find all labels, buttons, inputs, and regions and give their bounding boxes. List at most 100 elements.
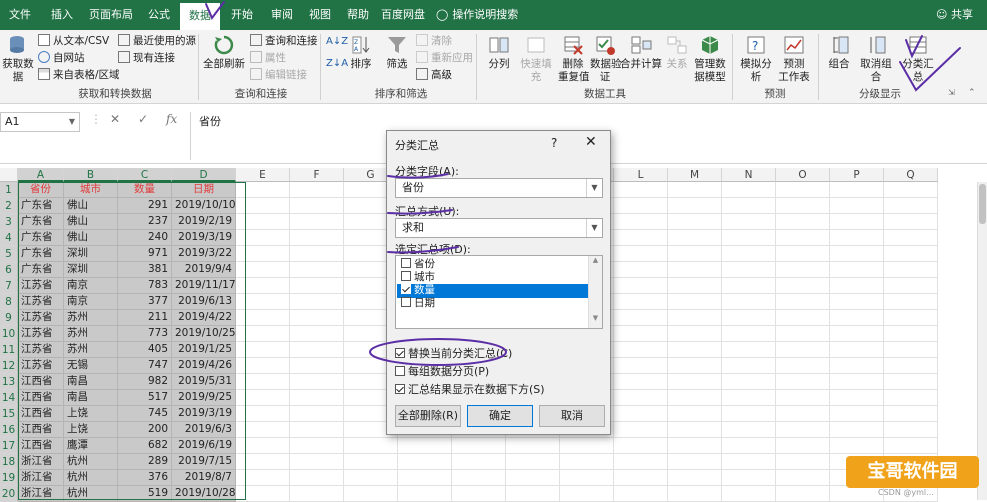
table-cell[interactable] [776,310,830,326]
table-cell[interactable] [668,422,722,438]
close-icon[interactable]: ✕ [585,134,597,150]
table-cell[interactable]: 2019/6/13 [172,294,236,310]
table-cell[interactable] [776,214,830,230]
manage-data-model-button[interactable]: 管理数 据模型 [692,34,728,84]
table-cell[interactable] [884,406,938,422]
table-cell[interactable] [722,470,776,486]
table-cell[interactable] [830,326,884,342]
table-cell[interactable]: 2019/6/3 [172,422,236,438]
tab-insert[interactable]: 插入 [44,0,80,30]
table-cell[interactable] [290,470,344,486]
table-cell[interactable]: 377 [118,294,172,310]
tab-view[interactable]: 视图 [302,0,338,30]
table-cell[interactable] [722,438,776,454]
table-cell[interactable] [290,374,344,390]
table-cell[interactable]: 381 [118,262,172,278]
table-cell[interactable] [290,422,344,438]
checkbox[interactable] [401,297,411,307]
table-cell[interactable] [722,246,776,262]
table-cell[interactable]: 苏州 [64,326,118,342]
row-header[interactable]: 15 [0,406,18,422]
table-cell[interactable] [722,358,776,374]
table-cell[interactable] [884,198,938,214]
table-cell[interactable] [668,214,722,230]
table-cell[interactable] [830,214,884,230]
table-cell[interactable] [614,310,668,326]
remove-all-button[interactable]: 全部删除(R) [395,405,461,427]
from-table-button[interactable]: 来自表格/区域 [38,67,120,82]
table-cell[interactable] [668,438,722,454]
table-cell[interactable] [884,262,938,278]
table-cell[interactable]: 517 [118,390,172,406]
table-cell[interactable] [236,310,290,326]
chevron-down-icon[interactable]: ▼ [586,219,602,237]
table-cell[interactable] [668,278,722,294]
table-cell[interactable] [236,278,290,294]
table-cell[interactable]: 2019/4/26 [172,358,236,374]
table-cell[interactable] [722,374,776,390]
table-cell[interactable] [722,326,776,342]
list-item[interactable]: 省份 [397,258,589,272]
table-cell[interactable]: 2019/6/19 [172,438,236,454]
table-cell[interactable] [236,470,290,486]
replace-current-option[interactable]: 替换当前分类汇总(C) [395,345,512,361]
reapply-button[interactable]: 重新应用 [416,50,473,65]
table-cell[interactable]: 杭州 [64,454,118,470]
table-cell[interactable] [614,422,668,438]
row-header[interactable]: 14 [0,390,18,406]
tab-home[interactable]: 开始 [224,0,260,30]
table-cell[interactable] [452,454,506,470]
table-cell[interactable] [668,294,722,310]
table-cell[interactable] [290,406,344,422]
table-cell[interactable] [506,454,560,470]
table-cell[interactable]: 2019/11/17 [172,278,236,294]
tab-file[interactable]: 文件 [2,0,38,30]
table-cell[interactable] [614,262,668,278]
recent-sources-button[interactable]: 最近使用的源 [118,33,196,48]
table-cell[interactable] [290,342,344,358]
row-header[interactable]: 10 [0,326,18,342]
table-cell[interactable]: 佛山 [64,230,118,246]
table-cell[interactable] [398,454,452,470]
text-to-columns-button[interactable]: 分列 [484,34,514,71]
table-cell[interactable] [884,294,938,310]
table-cell[interactable]: 2019/3/22 [172,246,236,262]
column-header-l[interactable]: L [614,168,668,182]
table-cell[interactable]: 省份 [18,182,64,198]
row-header[interactable]: 18 [0,454,18,470]
table-cell[interactable] [722,342,776,358]
list-scrollbar[interactable]: ▲ ▼ [588,256,602,328]
column-header-f[interactable]: F [290,168,344,182]
table-cell[interactable]: 无锡 [64,358,118,374]
table-cell[interactable]: 682 [118,438,172,454]
table-cell[interactable] [884,310,938,326]
table-cell[interactable]: 佛山 [64,198,118,214]
edit-links-button[interactable]: 编辑链接 [250,67,307,82]
table-cell[interactable] [776,294,830,310]
checkbox[interactable] [401,258,411,268]
summary-below-option[interactable]: 汇总结果显示在数据下方(S) [395,381,545,397]
table-cell[interactable] [722,294,776,310]
tab-data[interactable]: 数据 [180,3,220,30]
column-header-n[interactable]: N [722,168,776,182]
row-header[interactable]: 11 [0,342,18,358]
table-cell[interactable]: 南昌 [64,390,118,406]
table-cell[interactable]: 数量 [118,182,172,198]
field-select[interactable]: 省份 ▼ [395,178,603,198]
share-button[interactable]: ☺ 共享 [936,0,973,30]
row-header[interactable]: 2 [0,198,18,214]
chevron-down-icon[interactable]: ▼ [69,113,75,131]
filter-button[interactable]: 筛选 [382,34,412,71]
get-data-button[interactable]: 获取数 据 [2,34,34,84]
table-cell[interactable]: 南京 [64,294,118,310]
tab-page-layout[interactable]: 页面布局 [86,0,136,30]
table-cell[interactable] [236,406,290,422]
row-header[interactable]: 9 [0,310,18,326]
table-cell[interactable] [236,454,290,470]
table-cell[interactable] [290,438,344,454]
table-cell[interactable] [830,374,884,390]
group-button[interactable]: 组合 [824,34,854,71]
table-cell[interactable] [830,246,884,262]
table-cell[interactable] [668,358,722,374]
table-cell[interactable] [668,374,722,390]
